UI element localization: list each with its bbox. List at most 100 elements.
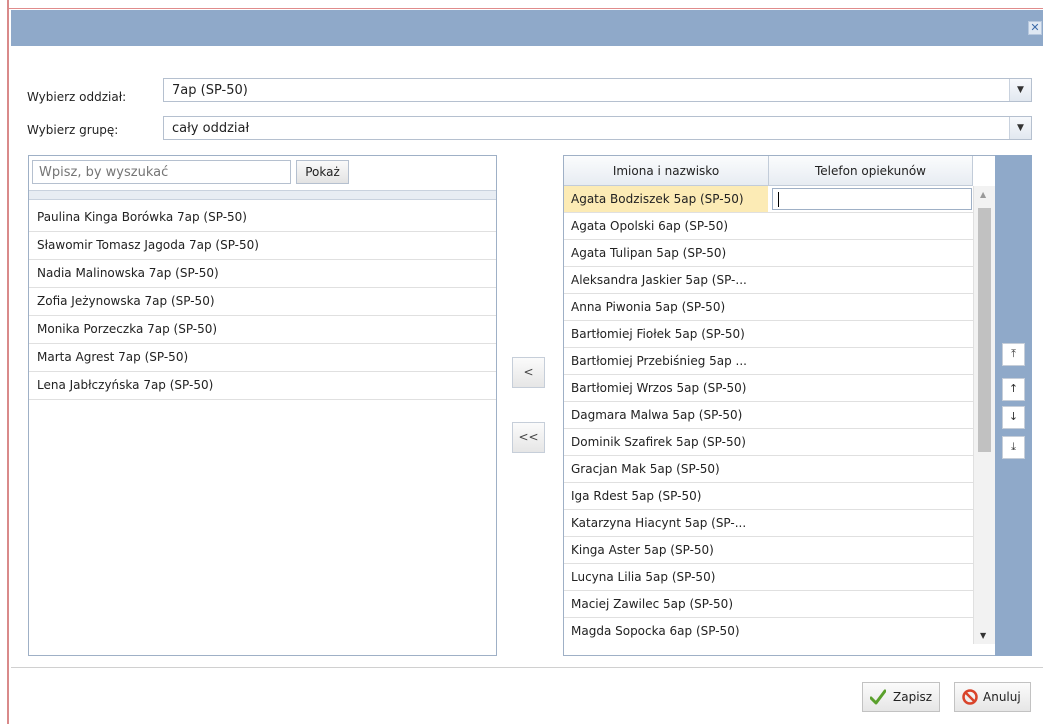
student-name-cell: Magda Sopocka 6ap (SP-50) [571, 624, 740, 638]
table-row[interactable]: Katarzyna Hiacynt 5ap (SP-... [564, 510, 973, 537]
table-row[interactable]: Maciej Zawilec 5ap (SP-50) [564, 591, 973, 618]
student-name-cell: Agata Bodziszek 5ap (SP-50) [564, 186, 768, 212]
student-name-cell: Dominik Szafirek 5ap (SP-50) [571, 435, 746, 449]
phone-cell[interactable] [769, 429, 973, 455]
save-button[interactable]: Zapisz [862, 682, 940, 712]
student-name-cell: Iga Rdest 5ap (SP-50) [571, 489, 702, 503]
student-name-cell: Gracjan Mak 5ap (SP-50) [571, 462, 720, 476]
grid-body: Agata Bodziszek 5ap (SP-50) Agata Opolsk… [564, 186, 973, 645]
available-students-panel: Pokaż Paulina Kinga Borówka 7ap (SP-50) … [28, 155, 497, 656]
student-name-cell: Maciej Zawilec 5ap (SP-50) [571, 597, 733, 611]
grid-header: Imiona i nazwisko Telefon opiekunów [564, 156, 973, 186]
group-select-label: Wybierz grupę: [27, 123, 119, 137]
phone-cell[interactable] [769, 537, 973, 563]
student-name-cell: Bartłomiej Wrzos 5ap (SP-50) [571, 381, 747, 395]
column-header-name[interactable]: Imiona i nazwisko [564, 156, 769, 186]
phone-cell[interactable] [769, 456, 973, 482]
phone-cell[interactable] [769, 213, 973, 239]
phone-cell[interactable] [769, 321, 973, 347]
grid-scrollbar[interactable]: ▲ ▼ [973, 186, 995, 644]
footer-divider [11, 667, 1043, 668]
phone-cell[interactable] [769, 402, 973, 428]
available-students-list: Paulina Kinga Borówka 7ap (SP-50) Sławom… [29, 204, 496, 400]
table-row[interactable]: Gracjan Mak 5ap (SP-50) [564, 456, 973, 483]
list-item[interactable]: Nadia Malinowska 7ap (SP-50) [29, 260, 496, 288]
checkmark-icon [870, 689, 886, 705]
phone-cell[interactable] [769, 294, 973, 320]
list-item[interactable]: Zofia Jeżynowska 7ap (SP-50) [29, 288, 496, 316]
cancel-icon [962, 689, 978, 705]
table-row[interactable]: Bartłomiej Wrzos 5ap (SP-50) [564, 375, 973, 402]
phone-cell[interactable] [769, 564, 973, 590]
list-header [29, 190, 496, 200]
class-select-label: Wybierz oddział: [27, 90, 127, 104]
order-toolbar: ⤒ ↑ ↓ ⤓ [995, 155, 1032, 656]
column-header-phone[interactable]: Telefon opiekunów [769, 156, 973, 186]
cancel-button[interactable]: Anuluj [954, 682, 1031, 712]
table-row[interactable]: Aleksandra Jaskier 5ap (SP-... [564, 267, 973, 294]
table-row[interactable]: Agata Bodziszek 5ap (SP-50) [564, 186, 973, 213]
table-row[interactable]: Dagmara Malwa 5ap (SP-50) [564, 402, 973, 429]
table-row[interactable]: Agata Tulipan 5ap (SP-50) [564, 240, 973, 267]
window-left-border [0, 0, 9, 724]
phone-cell[interactable] [769, 240, 973, 266]
phone-cell[interactable] [769, 591, 973, 617]
selected-students-grid: Imiona i nazwisko Telefon opiekunów Agat… [563, 155, 996, 656]
phone-cell[interactable] [769, 510, 973, 536]
student-name-cell: Bartłomiej Przebiśnieg 5ap ... [571, 354, 747, 368]
class-select[interactable]: 7ap (SP-50) ▼ [163, 78, 1032, 102]
move-up-icon[interactable]: ↑ [1002, 378, 1025, 401]
chevron-down-icon[interactable]: ▼ [1009, 79, 1031, 101]
student-name-cell: Agata Opolski 6ap (SP-50) [571, 219, 729, 233]
list-item[interactable]: Sławomir Tomasz Jagoda 7ap (SP-50) [29, 232, 496, 260]
student-name-cell: Agata Tulipan 5ap (SP-50) [571, 246, 727, 260]
table-row[interactable]: Iga Rdest 5ap (SP-50) [564, 483, 973, 510]
table-row[interactable]: Dominik Szafirek 5ap (SP-50) [564, 429, 973, 456]
phone-cell[interactable] [769, 375, 973, 401]
phone-edit-field[interactable] [772, 188, 972, 210]
list-item[interactable]: Monika Porzeczka 7ap (SP-50) [29, 316, 496, 344]
scroll-down-icon[interactable]: ▼ [980, 631, 986, 640]
close-icon[interactable]: ✕ [1028, 21, 1042, 35]
table-row[interactable]: Anna Piwonia 5ap (SP-50) [564, 294, 973, 321]
window-top-border [0, 0, 1043, 9]
student-name-cell: Aleksandra Jaskier 5ap (SP-... [571, 273, 747, 287]
student-name-cell: Anna Piwonia 5ap (SP-50) [571, 300, 726, 314]
table-row[interactable]: Agata Opolski 6ap (SP-50) [564, 213, 973, 240]
student-name-cell: Kinga Aster 5ap (SP-50) [571, 543, 714, 557]
search-input[interactable] [32, 160, 291, 184]
scrollbar-thumb[interactable] [978, 208, 991, 452]
group-select[interactable]: cały oddział ▼ [163, 116, 1032, 140]
list-item[interactable]: Paulina Kinga Borówka 7ap (SP-50) [29, 204, 496, 232]
student-name-cell: Bartłomiej Fiołek 5ap (SP-50) [571, 327, 745, 341]
save-button-label: Zapisz [893, 690, 933, 704]
phone-cell[interactable] [769, 267, 973, 293]
move-one-button[interactable]: < [512, 357, 545, 388]
move-to-top-icon[interactable]: ⤒ [1002, 343, 1025, 366]
chevron-down-icon[interactable]: ▼ [1009, 117, 1031, 139]
student-name-cell: Lucyna Lilia 5ap (SP-50) [571, 570, 716, 584]
table-row[interactable]: Bartłomiej Fiołek 5ap (SP-50) [564, 321, 973, 348]
table-row[interactable]: Lucyna Lilia 5ap (SP-50) [564, 564, 973, 591]
phone-cell[interactable] [769, 186, 973, 212]
table-row[interactable]: Kinga Aster 5ap (SP-50) [564, 537, 973, 564]
move-down-icon[interactable]: ↓ [1002, 406, 1025, 429]
phone-cell[interactable] [769, 483, 973, 509]
text-caret [778, 192, 779, 207]
cancel-button-label: Anuluj [983, 690, 1021, 704]
student-name-cell: Dagmara Malwa 5ap (SP-50) [571, 408, 743, 422]
list-item[interactable]: Marta Agrest 7ap (SP-50) [29, 344, 496, 372]
move-all-button[interactable]: << [512, 422, 545, 453]
table-row[interactable]: Bartłomiej Przebiśnieg 5ap ... [564, 348, 973, 375]
move-to-bottom-icon[interactable]: ⤓ [1002, 436, 1025, 459]
student-name-cell: Katarzyna Hiacynt 5ap (SP-... [571, 516, 747, 530]
phone-cell[interactable] [769, 618, 973, 644]
class-select-value: 7ap (SP-50) [172, 83, 248, 98]
list-item[interactable]: Lena Jabłczyńska 7ap (SP-50) [29, 372, 496, 400]
dialog-titlebar: ✕ [11, 10, 1043, 46]
scroll-up-icon[interactable]: ▲ [980, 190, 986, 199]
group-select-value: cały oddział [172, 121, 250, 136]
show-button[interactable]: Pokaż [296, 160, 349, 184]
phone-cell[interactable] [769, 348, 973, 374]
table-row[interactable]: Magda Sopocka 6ap (SP-50) [564, 618, 973, 645]
